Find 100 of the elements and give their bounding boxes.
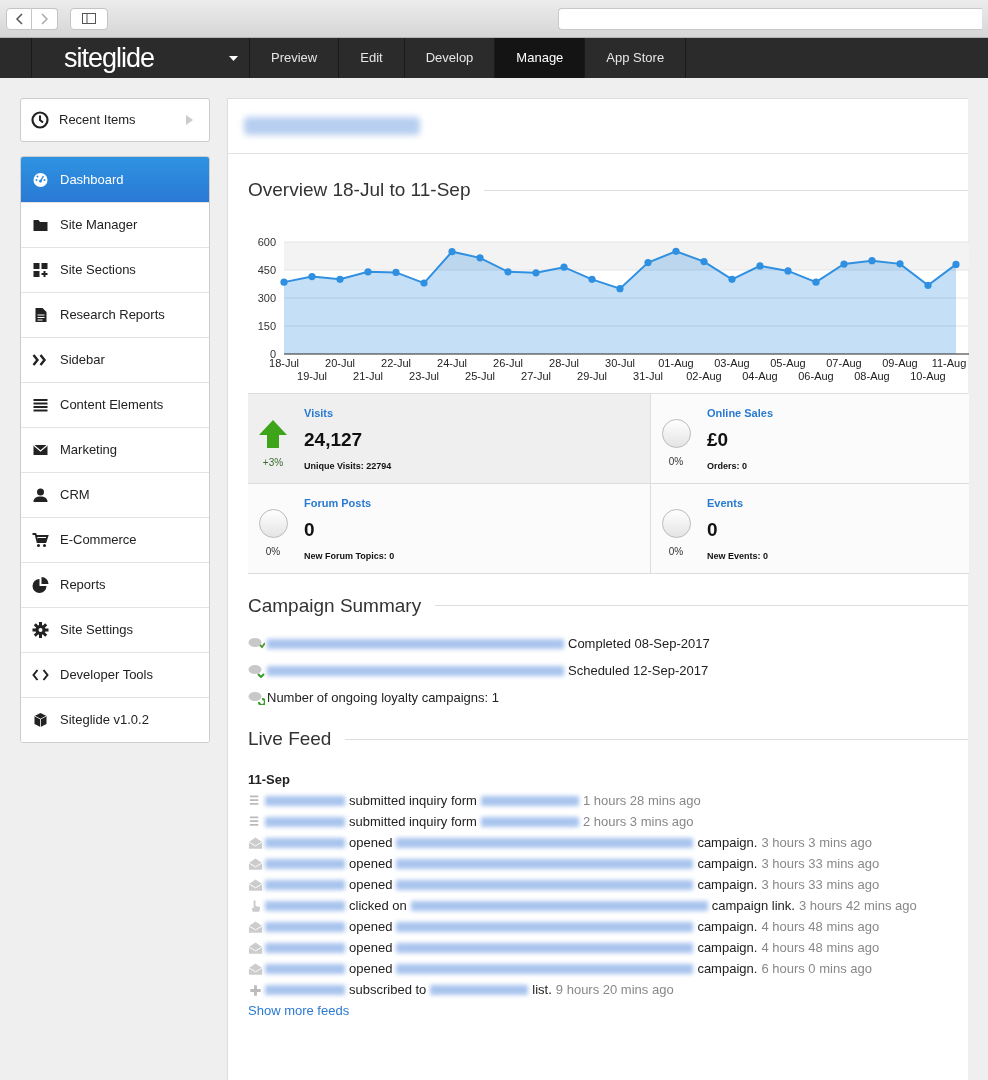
stat-link[interactable]: Online Sales xyxy=(707,404,774,421)
sidebar-item[interactable]: Siteglide v1.0.2 xyxy=(21,697,209,742)
open-envelope-icon xyxy=(248,835,263,850)
redacted-link[interactable] xyxy=(265,879,345,890)
x-axis-label: 25-Jul xyxy=(465,369,495,382)
caret-right-icon xyxy=(186,115,193,125)
feed-text: list. xyxy=(532,980,552,999)
show-more-feeds-link[interactable]: Show more feeds xyxy=(248,1001,350,1021)
x-axis-label: 05-Aug xyxy=(770,356,806,369)
feed-text: campaign. xyxy=(697,917,758,936)
data-point xyxy=(756,261,764,269)
x-axis-label: 10-Aug xyxy=(910,369,946,382)
forward-button[interactable] xyxy=(32,7,58,30)
feed-text: Scheduled 12-Sep-2017 xyxy=(568,661,709,680)
feed-text: opened xyxy=(349,917,393,936)
y-axis-label: 150 xyxy=(257,319,276,332)
feed-text: submitted inquiry form xyxy=(349,791,477,810)
timestamp: 4 hours 48 mins ago xyxy=(761,938,880,957)
redacted-link[interactable] xyxy=(396,858,694,869)
feed-text: campaign. xyxy=(697,854,758,873)
redacted-link[interactable] xyxy=(265,900,345,911)
redacted-link[interactable] xyxy=(267,638,564,649)
redacted-link[interactable] xyxy=(396,837,694,848)
x-axis-label: 27-Jul xyxy=(521,369,551,382)
stat-value: 0 xyxy=(304,518,315,542)
timestamp: 2 hours 3 mins ago xyxy=(582,812,694,831)
pie-chart-icon xyxy=(32,577,49,593)
nav-tab[interactable]: Edit xyxy=(339,38,405,78)
code-icon xyxy=(32,667,49,683)
address-bar[interactable] xyxy=(558,7,982,30)
x-axis-label: 02-Aug xyxy=(686,369,722,382)
redacted-link[interactable] xyxy=(480,816,579,827)
timestamp: 1 hours 28 mins ago xyxy=(582,791,701,810)
data-point xyxy=(728,275,736,283)
data-point xyxy=(896,259,904,267)
feed-text: campaign link. xyxy=(711,896,795,915)
person-icon xyxy=(32,487,49,503)
dropdown-caret-icon[interactable] xyxy=(229,55,238,61)
data-point xyxy=(560,263,568,271)
data-point xyxy=(448,247,456,255)
redacted-link[interactable] xyxy=(265,795,345,806)
feed-text: Number of ongoing loyalty campaigns: 1 xyxy=(267,688,499,707)
folder-icon xyxy=(32,217,49,233)
stat-link[interactable]: Forum Posts xyxy=(304,494,372,511)
redacted-link[interactable] xyxy=(265,816,345,827)
redacted-link[interactable] xyxy=(410,900,708,911)
nav-tab[interactable]: App Store xyxy=(585,38,687,78)
sidebar-item[interactable]: Dashboard xyxy=(21,157,209,202)
redacted-link[interactable] xyxy=(265,837,345,848)
timestamp: 9 hours 20 mins ago xyxy=(555,980,674,999)
redacted-link[interactable] xyxy=(396,879,694,890)
open-envelope-icon xyxy=(248,940,263,955)
x-axis-label: 29-Jul xyxy=(577,369,607,382)
chevron-right-icon xyxy=(40,12,49,25)
stat-detail: Unique Visits: 22794 xyxy=(304,459,392,473)
redacted-link[interactable] xyxy=(267,665,564,676)
feed-text: submitted inquiry form xyxy=(349,812,477,831)
redacted-link[interactable] xyxy=(480,795,579,806)
recent-items-button[interactable]: Recent Items xyxy=(20,98,210,142)
stat-link[interactable]: Events xyxy=(707,494,744,511)
data-point xyxy=(868,256,876,264)
gauge-icon xyxy=(32,171,49,188)
timestamp: 3 hours 3 mins ago xyxy=(761,833,872,852)
speech-bubble-icon xyxy=(248,636,265,651)
siteglide-logo[interactable]: siteglide xyxy=(64,44,155,72)
cart-icon xyxy=(32,532,49,548)
speech-bubble-icon xyxy=(248,663,265,678)
nav-tab[interactable]: Manage xyxy=(495,38,586,78)
x-axis-label: 22-Jul xyxy=(381,356,411,369)
redacted-link[interactable] xyxy=(396,921,694,932)
redacted-link[interactable] xyxy=(430,984,529,995)
stat-detail: Orders: 0 xyxy=(707,459,748,473)
stat-value: £0 xyxy=(707,428,729,452)
feed-text: opened xyxy=(349,875,393,894)
redacted-link[interactable] xyxy=(265,921,345,932)
section-title: Campaign Summary xyxy=(248,593,422,618)
data-point xyxy=(784,266,792,275)
redacted-link[interactable] xyxy=(396,963,694,974)
data-point xyxy=(644,258,652,266)
nav-tab[interactable]: Preview xyxy=(250,38,340,78)
up-arrow-icon xyxy=(258,418,288,449)
grid-plus-icon xyxy=(32,262,49,278)
sidebar-toggle-button[interactable] xyxy=(70,7,108,30)
redacted-link[interactable] xyxy=(396,942,694,953)
data-point xyxy=(308,272,316,280)
y-axis-label: 300 xyxy=(257,291,276,304)
feed-date: 11-Sep xyxy=(248,770,291,789)
cube-icon xyxy=(32,712,49,728)
change-percent: +3% xyxy=(262,455,284,470)
x-axis-label: 03-Aug xyxy=(714,356,750,369)
data-point xyxy=(812,278,820,286)
x-axis-label: 04-Aug xyxy=(742,369,778,382)
speech-bubble-icon xyxy=(248,690,265,705)
redacted-link[interactable] xyxy=(265,984,345,995)
redacted-link[interactable] xyxy=(265,963,345,974)
feed-text: opened xyxy=(349,833,393,852)
redacted-link[interactable] xyxy=(265,858,345,869)
stat-link[interactable]: Visits xyxy=(304,404,334,421)
back-button[interactable] xyxy=(6,7,32,30)
redacted-link[interactable] xyxy=(265,942,345,953)
